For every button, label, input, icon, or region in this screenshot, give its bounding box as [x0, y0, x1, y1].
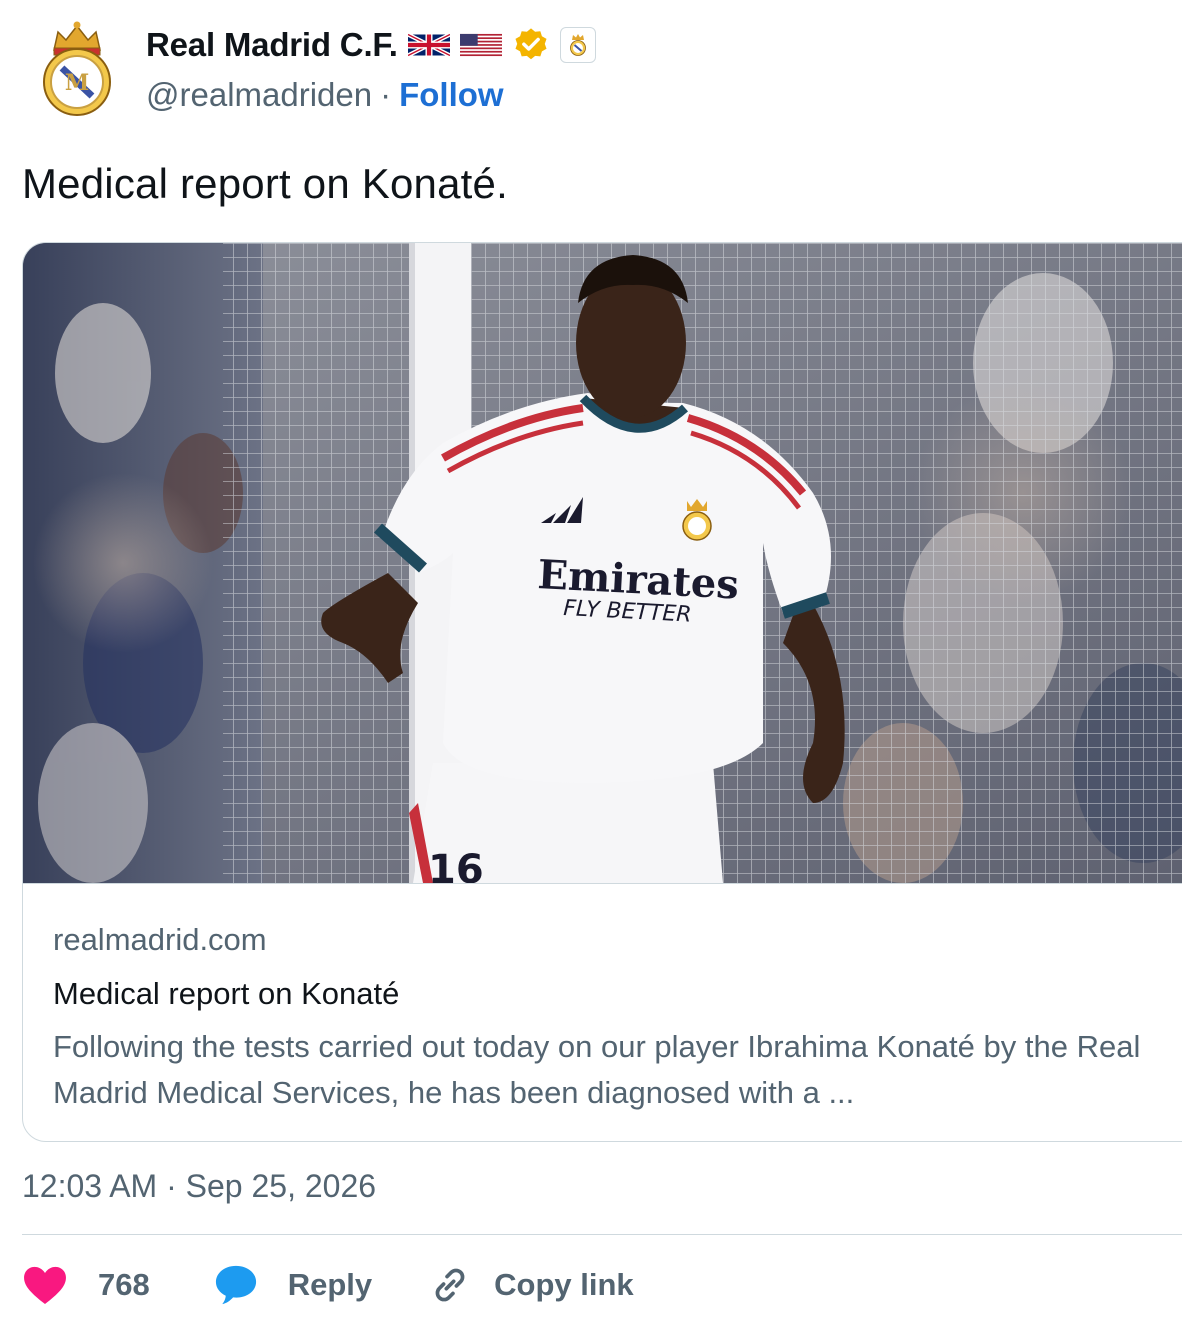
reply-label: Reply — [287, 1267, 373, 1302]
card-image[interactable]: 16 Emirates FLY BETTER — [23, 243, 1182, 883]
action-bar: 768 Reply Copy link — [22, 1255, 634, 1315]
tweet-timestamp[interactable]: 12:03 AM · Sep 25, 2026 — [22, 1168, 376, 1205]
shirt-number: 16 — [428, 847, 484, 883]
club-crest-icon — [559, 27, 596, 63]
tweet-header: M Real Madrid C.F. @realmadriden · Follo… — [0, 0, 1182, 140]
copy-link-label: Copy link — [494, 1267, 634, 1302]
copy-link-button[interactable]: Copy link — [428, 1263, 634, 1307]
verified-badge-icon — [515, 28, 547, 60]
svg-text:M: M — [65, 70, 89, 96]
account-handle[interactable]: @realmadriden — [146, 76, 372, 114]
like-button[interactable]: 768 — [22, 1265, 150, 1305]
uk-flag-icon — [407, 32, 450, 58]
avatar[interactable]: M — [40, 20, 114, 116]
account-name[interactable]: Real Madrid C.F. — [146, 26, 398, 64]
heart-icon — [24, 1266, 66, 1305]
like-count: 768 — [98, 1267, 150, 1302]
card-description: Following the tests carried out today on… — [53, 1029, 1141, 1110]
reply-button[interactable]: Reply — [214, 1264, 372, 1306]
tweet-text: Medical report on Konaté. — [22, 160, 508, 207]
card-meta[interactable]: realmadrid.com Medical report on Konaté … — [23, 883, 1182, 1141]
divider — [22, 1234, 1182, 1235]
card-title[interactable]: Medical report on Konaté — [53, 976, 399, 1012]
reply-bubble-icon — [215, 1265, 256, 1305]
follow-button[interactable]: Follow — [399, 76, 503, 114]
card-domain[interactable]: realmadrid.com — [53, 922, 267, 958]
handle-separator: · — [380, 76, 392, 113]
link-icon — [435, 1268, 465, 1302]
us-flag-icon — [459, 33, 502, 57]
link-card[interactable]: 16 Emirates FLY BETTER realmadrid.com Me… — [22, 242, 1182, 1142]
